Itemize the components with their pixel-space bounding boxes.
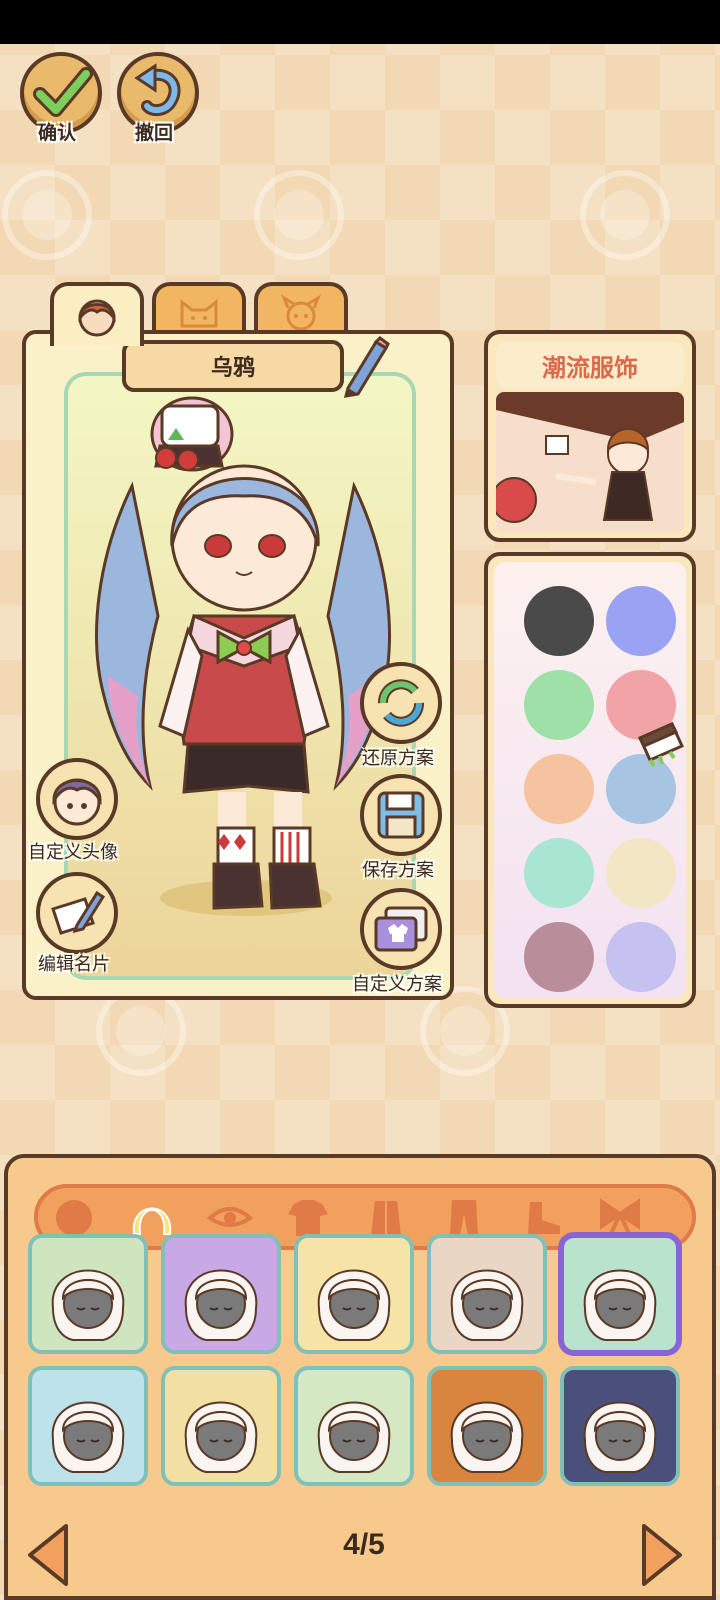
hair-preview-icon [583,1269,657,1342]
page-indicator: 4/5 [343,1528,385,1561]
hair-item[interactable] [560,1234,680,1354]
hair-item[interactable] [427,1234,547,1354]
restore-scheme-button[interactable] [360,662,442,744]
hair-preview-icon [450,1269,524,1342]
color-grid [494,562,686,998]
color-swatch[interactable] [606,586,676,656]
color-swatch[interactable] [524,922,594,992]
hair-item[interactable] [28,1234,148,1354]
hair-preview-icon [583,1401,657,1474]
sun-decoration [580,170,670,260]
edit-card-icon [51,890,106,935]
color-swatch[interactable] [524,586,594,656]
edit-card-label: 编辑名片 [38,954,110,974]
hair-preview-icon [51,1269,125,1342]
save-scheme-button[interactable] [360,774,442,856]
custom-scheme-button[interactable] [360,888,442,970]
save-scheme-label: 保存方案 [362,860,434,880]
hair-item[interactable] [560,1366,680,1486]
hair-item[interactable] [427,1366,547,1486]
hair-preview-icon [317,1401,391,1474]
hair-preview-icon [450,1401,524,1474]
trend-card[interactable]: 潮流服饰 [484,330,696,542]
color-palette-panel [484,552,696,1008]
cat-face-icon [180,298,218,328]
girl-face-icon [78,299,116,337]
color-swatch[interactable] [606,838,676,908]
color-swatch[interactable] [606,922,676,992]
undo-label: 撤回 [135,123,174,144]
custom-scheme-label: 自定义方案 [352,974,442,994]
sun-decoration [2,170,92,260]
hair-preview-icon [184,1269,258,1342]
tab-girl[interactable] [50,282,144,346]
color-swatch[interactable] [524,670,594,740]
hair-preview-icon [317,1269,391,1342]
next-page-arrow-icon[interactable] [638,1522,686,1588]
custom-avatar-button[interactable] [36,758,118,840]
refresh-icon [378,679,424,727]
color-swatch[interactable] [524,838,594,908]
wardrobe-panel: 4/5 [4,1154,716,1600]
hair-item[interactable] [161,1234,281,1354]
character-figure [95,396,391,916]
floppy-disk-icon [377,791,425,839]
dog-face-icon [280,294,322,331]
trend-preview-image [496,392,684,532]
paint-bucket-icon[interactable] [632,716,688,772]
trend-title: 潮流服饰 [496,342,684,388]
hair-item[interactable] [294,1366,414,1486]
confirm-label: 确认 [38,123,77,144]
hair-item[interactable] [28,1366,148,1486]
character-stage [64,372,416,980]
color-swatch[interactable] [524,754,594,824]
restore-scheme-label: 还原方案 [362,748,434,768]
sun-decoration [254,170,344,260]
status-bar [0,0,720,44]
character-name[interactable]: 乌鸦 [122,340,344,392]
hair-preview-icon [184,1401,258,1474]
wardrobe-cards-icon [374,906,428,952]
hair-preview-icon [51,1401,125,1474]
custom-avatar-label: 自定义头像 [28,842,118,862]
pencil-icon[interactable] [336,334,392,398]
avatar-face-icon [52,778,102,826]
edit-card-button[interactable] [36,872,118,954]
hair-item[interactable] [294,1234,414,1354]
hair-item[interactable] [161,1366,281,1486]
